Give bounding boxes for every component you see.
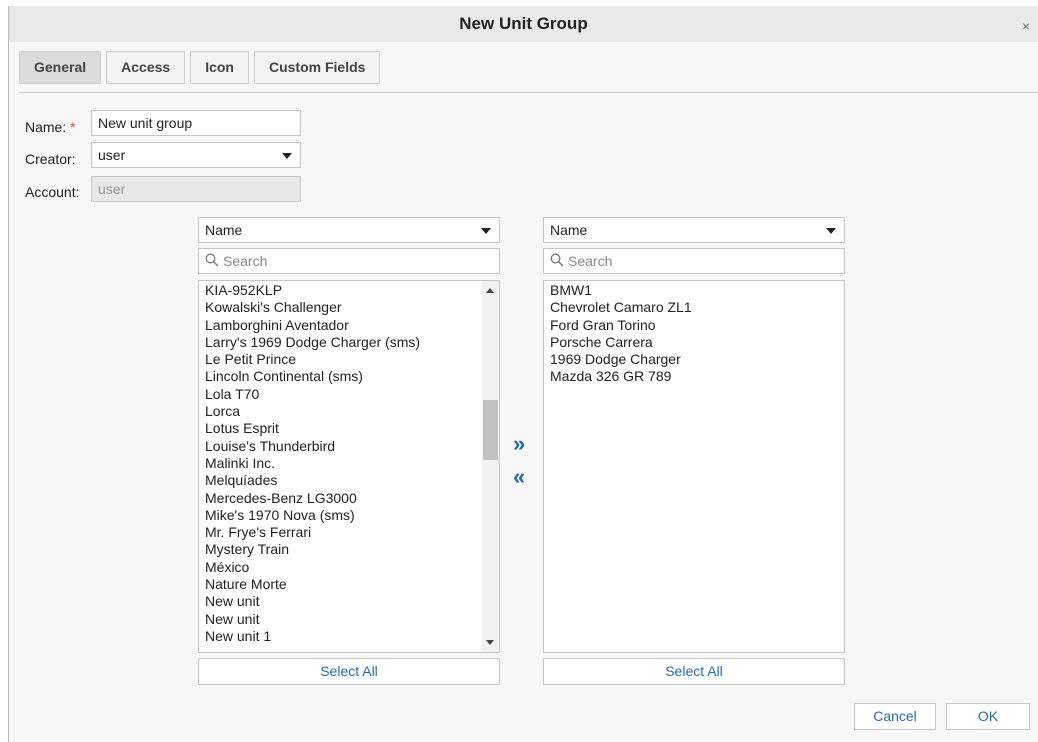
- required-mark: *: [70, 119, 76, 135]
- account-label: Account:: [25, 184, 80, 200]
- dialog-title: New Unit Group: [459, 14, 588, 33]
- close-icon[interactable]: ×: [1022, 19, 1030, 33]
- list-item[interactable]: Porsche Carrera: [550, 334, 838, 351]
- right-list-items: BMW1 Chevrolet Camaro ZL1 Ford Gran Torino…: [544, 281, 844, 386]
- chevron-down-icon: [481, 228, 491, 234]
- list-item[interactable]: Mystery Train: [205, 541, 493, 558]
- left-sort-select[interactable]: Name: [198, 217, 500, 243]
- tab-bar: General Access Icon Custom Fields: [19, 51, 381, 86]
- tab-icon[interactable]: Icon: [190, 51, 249, 84]
- list-item[interactable]: Mazda 326 GR 789: [550, 368, 838, 385]
- cancel-button[interactable]: Cancel: [854, 703, 936, 730]
- list-item[interactable]: Chevrolet Camaro ZL1: [550, 299, 838, 316]
- creator-value: user: [98, 147, 126, 163]
- chevron-down-icon: [826, 228, 836, 234]
- list-item[interactable]: KIA-952KLP: [205, 282, 493, 299]
- tab-general[interactable]: General: [19, 51, 102, 84]
- scroll-thumb[interactable]: [483, 400, 498, 460]
- right-sort-value: Name: [550, 222, 588, 238]
- list-item[interactable]: Mercedes-Benz LG3000: [205, 490, 493, 507]
- right-sort-select[interactable]: Name: [543, 217, 845, 243]
- left-search-input[interactable]: Search: [198, 248, 500, 274]
- list-item[interactable]: Malinki Inc.: [205, 455, 493, 472]
- list-item[interactable]: Larry's 1969 Dodge Charger (sms): [205, 334, 493, 351]
- ok-button[interactable]: OK: [946, 703, 1030, 730]
- new-unit-group-dialog: New Unit Group × General Access Icon Cus…: [8, 6, 1038, 742]
- chevron-down-icon: [282, 153, 292, 159]
- list-item[interactable]: BMW1: [550, 282, 838, 299]
- left-scrollbar[interactable]: [482, 281, 499, 652]
- dialog-titlebar: New Unit Group ×: [9, 6, 1038, 42]
- list-item[interactable]: México: [205, 559, 493, 576]
- creator-select[interactable]: user: [91, 142, 301, 168]
- list-item[interactable]: Nature Morte: [205, 576, 493, 593]
- right-search-input[interactable]: Search: [543, 248, 845, 274]
- list-item[interactable]: Kowalski's Challenger: [205, 299, 493, 316]
- list-item[interactable]: New unit: [205, 593, 493, 610]
- add-selected-button[interactable]: »: [513, 431, 525, 457]
- left-select-all-button[interactable]: Select All: [198, 658, 500, 685]
- search-icon: [550, 253, 564, 267]
- right-unit-list[interactable]: BMW1 Chevrolet Camaro ZL1 Ford Gran Torino…: [543, 280, 845, 653]
- remove-selected-button[interactable]: «: [513, 464, 525, 490]
- tab-access[interactable]: Access: [106, 51, 186, 84]
- left-list-items: KIA-952KLP Kowalski's Challenger Lamborghi…: [199, 281, 499, 645]
- list-item[interactable]: Mr. Frye's Ferrari: [205, 524, 493, 541]
- search-icon: [205, 253, 219, 267]
- left-sort-value: Name: [205, 222, 243, 238]
- list-item[interactable]: Lamborghini Aventador: [205, 317, 493, 334]
- list-item[interactable]: Mike's 1970 Nova (sms): [205, 507, 493, 524]
- name-field[interactable]: New unit group: [91, 110, 301, 136]
- list-item[interactable]: Le Petit Prince: [205, 351, 493, 368]
- list-item[interactable]: New unit 1: [205, 628, 493, 645]
- list-item[interactable]: Ford Gran Torino: [550, 317, 838, 334]
- list-item[interactable]: Melquíades: [205, 472, 493, 489]
- right-search-placeholder: Search: [568, 253, 613, 269]
- list-item[interactable]: Lola T70: [205, 386, 493, 403]
- tab-divider: [19, 92, 1038, 93]
- scroll-down-icon[interactable]: [486, 640, 494, 645]
- account-field: user: [91, 176, 301, 202]
- list-item[interactable]: Lotus Esprit: [205, 420, 493, 437]
- name-label-text: Name:: [25, 119, 67, 135]
- list-item[interactable]: New unit: [205, 611, 493, 628]
- name-label: Name: *: [25, 119, 76, 135]
- list-item[interactable]: Lorca: [205, 403, 493, 420]
- list-item[interactable]: Louise's Thunderbird: [205, 438, 493, 455]
- right-select-all-button[interactable]: Select All: [543, 658, 845, 685]
- left-unit-list[interactable]: KIA-952KLP Kowalski's Challenger Lamborghi…: [198, 280, 500, 653]
- list-item[interactable]: Lincoln Continental (sms): [205, 368, 493, 385]
- list-item[interactable]: 1969 Dodge Charger: [550, 351, 838, 368]
- tab-custom-fields[interactable]: Custom Fields: [253, 51, 381, 84]
- scroll-up-icon[interactable]: [486, 288, 494, 293]
- creator-label: Creator:: [25, 151, 76, 167]
- left-search-placeholder: Search: [223, 253, 268, 269]
